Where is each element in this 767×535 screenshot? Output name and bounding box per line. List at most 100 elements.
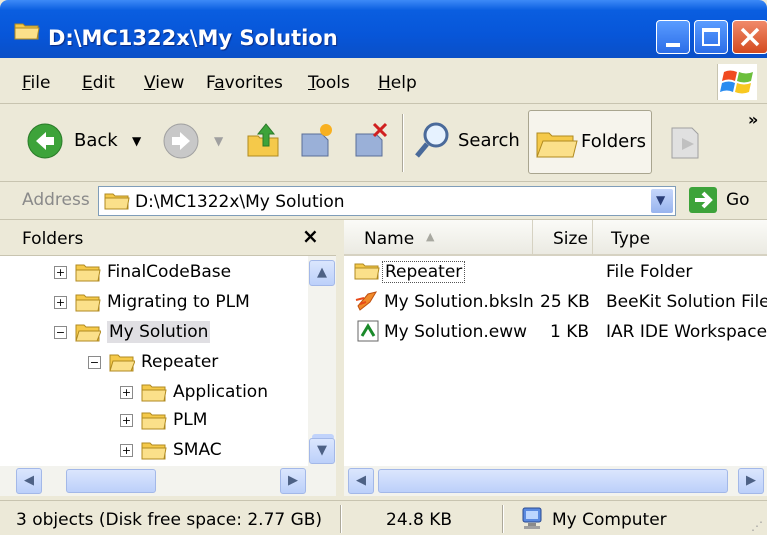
scroll-thumb[interactable] <box>66 469 156 493</box>
menu-tools[interactable]: Tools <box>308 73 350 93</box>
folders-icon <box>536 132 578 158</box>
tree-item-label: PLM <box>173 410 208 430</box>
column-size-label: Size <box>553 229 588 249</box>
menu-file-label: File <box>22 73 51 93</box>
column-header-name[interactable]: Name ▲ <box>344 220 532 256</box>
toolbar-overflow-icon[interactable]: » <box>748 110 758 129</box>
menu-view[interactable]: View <box>144 73 184 93</box>
folders-label: Folders <box>581 131 647 152</box>
go-label: Go <box>726 190 750 210</box>
window-title: D:\MC1322x\My Solution <box>48 26 338 50</box>
folders-button[interactable]: Folders <box>528 110 652 174</box>
chevron-left-icon: ◀ <box>356 473 366 488</box>
status-divider <box>502 505 504 533</box>
forward-arrow-icon <box>163 123 199 159</box>
views-icon[interactable] <box>668 122 704 162</box>
tree-item-label: My Solution <box>107 321 211 343</box>
folder-icon <box>141 384 167 401</box>
scroll-up-button[interactable]: ▲ <box>309 260 335 286</box>
title-bar[interactable]: D:\MC1322x\My Solution <box>0 0 767 58</box>
forward-dropdown-icon: ▼ <box>214 134 224 148</box>
resize-grip-icon[interactable]: ⋰ <box>751 519 763 533</box>
scroll-left-button[interactable]: ◀ <box>348 468 374 494</box>
tree-item-smac[interactable]: + SMAC <box>120 440 222 466</box>
file-name: Repeater <box>382 261 466 283</box>
column-type-label: Type <box>611 229 651 249</box>
menu-favorites-label: Favorites <box>206 73 283 93</box>
explorer-window: D:\MC1322x\My Solution File Edit View Fa… <box>0 0 767 535</box>
file-row-eww[interactable]: My Solution.eww 1 KB IAR IDE Workspace <box>354 318 767 346</box>
search-button[interactable]: Search <box>414 120 524 164</box>
address-input[interactable]: D:\MC1322x\My Solution ▼ <box>98 186 676 216</box>
my-computer-icon <box>522 507 542 529</box>
column-header-size[interactable]: Size <box>532 220 592 256</box>
tree-item-repeater[interactable]: − Repeater <box>88 352 218 378</box>
file-row-repeater[interactable]: Repeater File Folder <box>354 258 764 286</box>
chevron-up-icon: ▲ <box>317 265 327 280</box>
tree-item-migrating-to-plm[interactable]: + Migrating to PLM <box>54 292 250 318</box>
files-horizontal-scrollbar[interactable]: ◀ ▶ <box>344 466 767 496</box>
file-type: BeeKit Solution File <box>606 292 767 312</box>
search-icon <box>415 122 449 158</box>
column-name-label: Name <box>364 229 415 249</box>
delete-icon[interactable] <box>350 120 390 160</box>
windows-logo-icon <box>717 64 757 100</box>
menu-view-label: View <box>144 73 185 93</box>
file-size: 25 KB <box>540 292 590 312</box>
close-button[interactable] <box>732 20 767 54</box>
scroll-thumb[interactable] <box>378 469 728 493</box>
tree-item-my-solution[interactable]: − My Solution <box>54 321 211 348</box>
scroll-left-button[interactable]: ◀ <box>16 468 42 494</box>
expand-icon[interactable]: + <box>120 443 133 457</box>
folders-vertical-scrollbar[interactable]: ▲ ▼ <box>308 256 336 466</box>
iar-workspace-icon <box>357 320 379 342</box>
chevron-left-icon: ◀ <box>24 473 34 488</box>
column-header-type[interactable]: Type <box>592 220 767 256</box>
file-list-pane: Name ▲ Size Type Repeater File Folder My… <box>344 220 767 496</box>
address-value: D:\MC1322x\My Solution <box>135 192 345 212</box>
expand-icon[interactable]: + <box>120 385 133 399</box>
menu-edit[interactable]: Edit <box>82 73 115 93</box>
menu-help[interactable]: Help <box>378 73 417 93</box>
folders-pane-header: Folders × <box>0 220 336 256</box>
go-arrow-icon <box>689 187 717 213</box>
chevron-down-icon: ▼ <box>317 443 327 458</box>
collapse-icon[interactable]: − <box>54 325 67 339</box>
scroll-right-button[interactable]: ▶ <box>280 468 306 494</box>
up-folder-icon[interactable] <box>244 120 284 160</box>
go-button[interactable]: Go <box>688 186 762 216</box>
address-dropdown-button[interactable]: ▼ <box>651 189 673 213</box>
tree-item-plm[interactable]: + PLM <box>120 410 207 436</box>
open-folder-icon <box>75 324 101 341</box>
tree-item-finalcodebase[interactable]: + FinalCodeBase <box>54 262 231 288</box>
file-size: 1 KB <box>550 322 590 342</box>
folder-icon <box>141 442 167 459</box>
expand-icon[interactable]: + <box>54 295 67 309</box>
back-arrow-icon <box>27 123 63 159</box>
tree-item-label: Application <box>173 382 268 402</box>
back-button[interactable]: Back ▼ <box>26 122 156 162</box>
expand-icon[interactable]: + <box>54 265 67 279</box>
menu-file[interactable]: File <box>22 73 50 93</box>
toolbar-separator <box>402 114 404 172</box>
tree-item-application[interactable]: + Application <box>120 382 268 408</box>
status-divider <box>340 505 342 533</box>
folder-icon <box>354 263 380 280</box>
folders-horizontal-scrollbar[interactable]: ◀ ▶ <box>0 466 336 496</box>
menu-favorites[interactable]: Favorites <box>206 73 283 93</box>
maximize-button[interactable] <box>694 20 728 54</box>
move-to-icon[interactable] <box>296 120 336 160</box>
search-label: Search <box>458 130 520 151</box>
scroll-right-button[interactable]: ▶ <box>738 468 764 494</box>
file-row-bksln[interactable]: My Solution.bksln 25 KB BeeKit Solution … <box>354 288 767 316</box>
scroll-down-button[interactable]: ▼ <box>309 438 335 464</box>
minimize-button[interactable] <box>656 20 690 54</box>
expand-icon[interactable]: + <box>120 413 133 427</box>
file-name: My Solution.eww <box>384 322 528 342</box>
collapse-icon[interactable]: − <box>88 355 101 369</box>
close-icon[interactable]: × <box>302 224 319 248</box>
maximize-icon <box>702 28 720 46</box>
back-label: Back <box>74 130 118 151</box>
forward-button[interactable]: ▼ <box>162 122 232 162</box>
folder-icon <box>75 264 101 281</box>
